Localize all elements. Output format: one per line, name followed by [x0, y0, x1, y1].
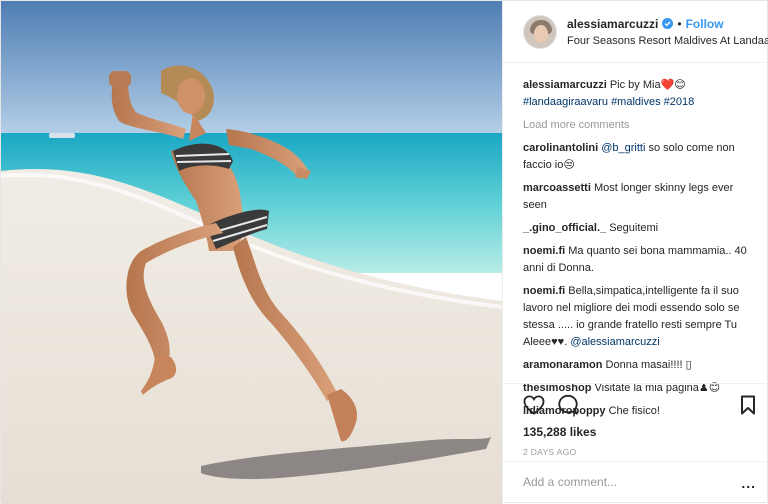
comment-item: _.gino_official._ Seguitemi	[523, 220, 759, 237]
comment-username[interactable]: aramonaramon	[523, 359, 602, 371]
comment-text: Donna masai!!!! ▯	[605, 359, 692, 371]
comment-item: noemi.fi Bella,simpatica,intelligente fa…	[523, 283, 759, 351]
separator-dot: •	[677, 16, 682, 31]
instagram-post: alessiamarcuzzi • Follow Four Seasons Re…	[0, 0, 768, 504]
comment-mention[interactable]: @b_gritti	[601, 142, 645, 154]
comment-username[interactable]: noemi.fi	[523, 285, 565, 297]
likes-count[interactable]: 135,288 likes	[523, 425, 756, 439]
verified-badge-icon	[662, 18, 674, 29]
comment-username[interactable]: noemi.fi	[523, 245, 565, 257]
comment-mention[interactable]: @alessiamarcuzzi	[570, 336, 659, 348]
post-sidebar: alessiamarcuzzi • Follow Four Seasons Re…	[502, 1, 768, 504]
comment-username[interactable]: carolinantolini	[523, 142, 598, 154]
post-actions: 135,288 likes 2 DAYS AGO	[503, 383, 768, 457]
like-heart-icon[interactable]	[523, 395, 545, 415]
bookmark-icon[interactable]	[740, 395, 756, 415]
load-more-comments[interactable]: Load more comments	[523, 117, 759, 134]
location-link[interactable]: Four Seasons Resort Maldives At Landaa .…	[567, 35, 768, 47]
comment-item: noemi.fi Ma quanto sei bona mammamia.. 4…	[523, 243, 759, 277]
post-photo[interactable]	[1, 1, 502, 504]
avatar[interactable]	[523, 14, 557, 49]
add-comment-input[interactable]: Add a comment...	[523, 475, 741, 504]
caption-text: Pic by Mia❤️😊	[609, 79, 686, 91]
follow-button[interactable]: Follow	[686, 17, 724, 31]
comment-username[interactable]: _.gino_official._	[523, 222, 606, 234]
post-header: alessiamarcuzzi • Follow Four Seasons Re…	[503, 1, 768, 63]
caption: alessiamarcuzzi Pic by Mia❤️😊 #landaagir…	[523, 77, 759, 111]
comment-item: aramonaramon Donna masai!!!! ▯	[523, 357, 759, 374]
comment-item: marcoassetti Most longer skinny legs eve…	[523, 180, 759, 214]
header-username[interactable]: alessiamarcuzzi	[567, 17, 658, 31]
post-timestamp: 2 DAYS AGO	[523, 447, 577, 457]
caption-username[interactable]: alessiamarcuzzi	[523, 79, 607, 91]
comment-username[interactable]: marcoassetti	[523, 182, 591, 194]
caption-hashtags[interactable]: #landaagiraavaru #maldives #2018	[523, 96, 694, 108]
comments-list: alessiamarcuzzi Pic by Mia❤️😊 #landaagir…	[523, 77, 759, 426]
comment-bubble-icon[interactable]	[557, 394, 579, 416]
comment-item: carolinantolini @b_gritti so solo come n…	[523, 140, 759, 174]
add-comment-bar: Add a comment... ...	[503, 461, 768, 504]
comment-text: Seguitemi	[609, 222, 659, 234]
beach-photo	[1, 1, 502, 504]
more-options-icon[interactable]: ...	[741, 475, 756, 504]
